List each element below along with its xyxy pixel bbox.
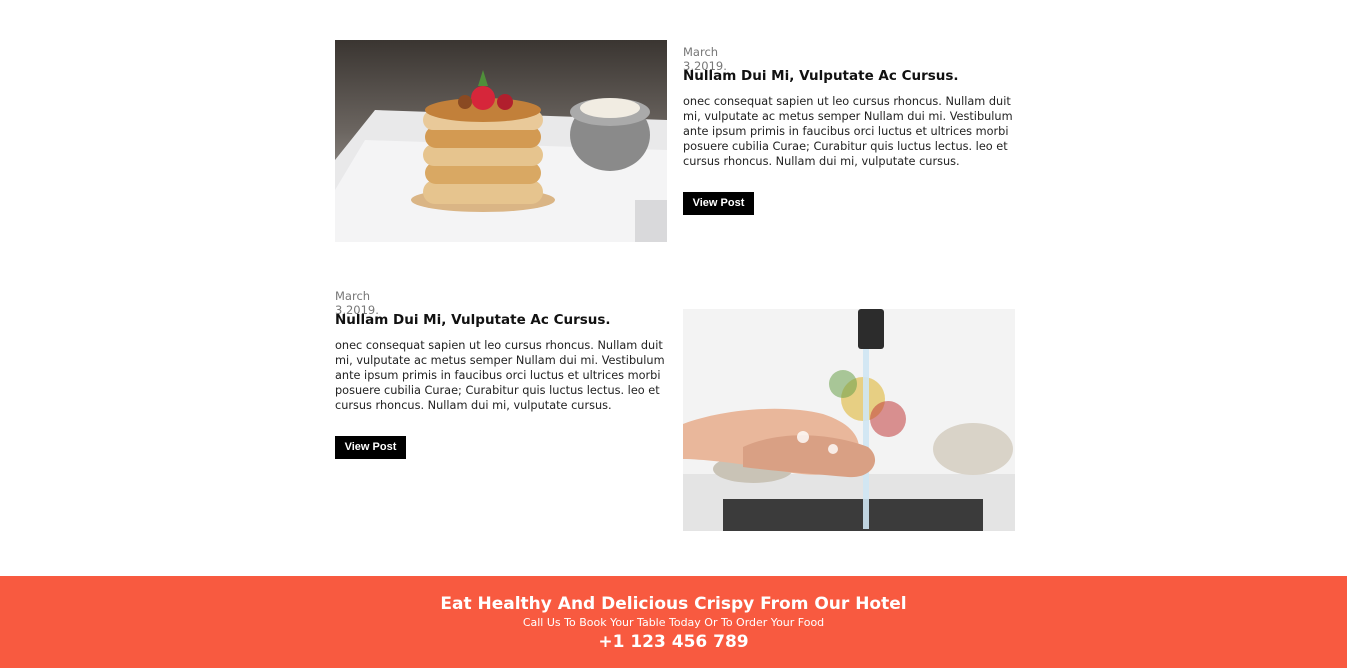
- call-to-action-banner: Eat Healthy And Delicious Crispy From Ou…: [0, 576, 1347, 668]
- post-title[interactable]: Nullam Dui Mi, Vulputate Ac Cursus.: [335, 312, 611, 328]
- pancake-stack-image[interactable]: [335, 40, 667, 242]
- post-excerpt: onec consequat sapien ut leo cursus rhon…: [335, 339, 665, 412]
- phone-number[interactable]: +1 123 456 789: [0, 632, 1347, 652]
- hand-washing-image[interactable]: [683, 309, 1015, 531]
- banner-subtitle: Call Us To Book Your Table Today Or To O…: [522, 616, 825, 629]
- view-post-button[interactable]: View Post: [683, 192, 754, 215]
- post-excerpt: onec consequat sapien ut leo cursus rhon…: [683, 95, 1013, 168]
- banner-title: Eat Healthy And Delicious Crispy From Ou…: [440, 594, 907, 614]
- post-title[interactable]: Nullam Dui Mi, Vulputate Ac Cursus.: [683, 68, 959, 84]
- view-post-button[interactable]: View Post: [335, 436, 406, 459]
